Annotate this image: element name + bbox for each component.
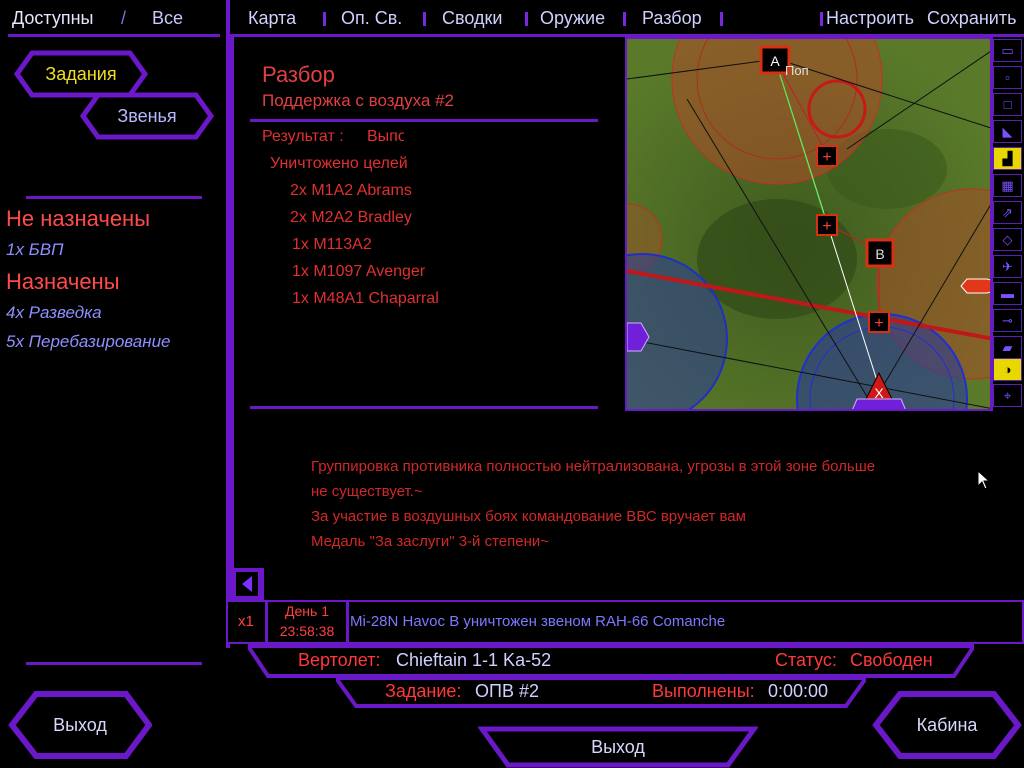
unassigned-heading: Не назначены [6,206,151,231]
nav-separator [423,12,426,26]
sam-icon[interactable]: ⇗ [993,201,1022,224]
tab-tasks[interactable]: Задания [14,50,148,98]
armor-icon[interactable]: ▬ [993,282,1022,305]
exit-left-button[interactable]: Выход [8,690,152,760]
tab-tasks-label: Задания [45,63,117,84]
nav-weapons[interactable]: Оружие [540,8,605,29]
radar-icon[interactable]: ◇ [993,228,1022,251]
exit-left-label: Выход [53,714,107,735]
target-item: 1x M1097 Avenger [292,263,426,280]
done-value: 0:00:00 [768,681,829,701]
debrief-title: Разбор [262,62,335,87]
map-canvas[interactable]: A Поп + + B + X [627,39,992,411]
target-item: 2x M1A2 Abrams [290,182,412,199]
nav-separator [323,12,326,26]
log-message: Mi-28N Havoc B уничтожен звеном RAH-66 C… [350,613,726,630]
waypoint-b-label: B [875,246,884,262]
enemy-unit-icon[interactable] [960,278,992,294]
flight-path-icon[interactable]: ◣ [993,120,1022,143]
message-line: не существует.~ [311,483,423,500]
destroyed-heading: Уничтожено целей [270,155,408,172]
heli-label: Вертолет: [298,650,381,670]
nav-separator [820,12,823,26]
log-time: 23:58:38 [279,623,335,639]
exit-center-label: Выход [591,736,645,757]
task-value: ОПВ #2 [475,681,539,701]
nav-ops[interactable]: Оп. Св. [341,8,402,29]
waypoint-plus-icon: + [874,315,883,332]
status-label: Статус: [775,650,837,670]
nav-save[interactable]: Сохранить [927,8,1016,29]
tab-flights[interactable]: Звенья [80,92,214,140]
zoom-in-icon[interactable]: ▫ [993,66,1022,89]
friendly-unit-icon[interactable] [851,398,907,411]
filter-separator: / [121,8,127,28]
tab-flights-label: Звенья [117,105,177,126]
exit-center-button[interactable]: Выход [478,726,758,768]
assigned-item[interactable]: 4x Разведка [6,303,102,323]
waypoint-plus-icon: + [822,218,831,235]
result-value: Выпо [367,128,404,145]
nav-debrief[interactable]: Разбор [642,8,702,29]
frame-top-left-underline [8,34,220,37]
heli-value: Chieftain 1-1 Ka-52 [396,650,552,670]
mouse-cursor-icon [977,470,991,490]
map-panel[interactable]: A Поп + + B + X [625,37,992,411]
building-icon[interactable]: ◑ [993,358,1022,381]
terrain-icon[interactable]: ▟ [993,147,1022,170]
filter-available[interactable]: Доступны [12,8,93,29]
helicopter-icon[interactable]: ⊸ [993,309,1022,332]
nav-reports[interactable]: Сводки [442,8,502,29]
left-divider-2 [26,662,202,665]
filter-all[interactable]: Все [152,8,183,29]
grid-icon[interactable]: ▦ [993,174,1022,197]
center-icon[interactable]: ⌖ [993,384,1022,407]
aircraft-icon[interactable]: ✈ [993,255,1022,278]
left-divider-1 [26,196,202,199]
time-speed[interactable]: x1 [238,613,254,630]
log-collapse-button[interactable] [236,572,258,596]
nav-separator [525,12,528,26]
assigned-item[interactable]: 5x Перебазирование [6,332,171,352]
result-label: Результат : [262,128,344,145]
assigned-heading: Назначены [6,269,120,294]
debrief-subtitle: Поддержка с воздуха #2 [262,91,454,110]
debrief-divider-bottom [250,406,598,409]
vehicle-icon[interactable]: ▰ [993,336,1022,359]
waypoint-plus-icon: + [822,149,831,166]
log-day: День 1 [285,603,329,619]
nav-separator [623,12,626,26]
map-label-top: Поп [785,63,809,78]
done-label: Выполнены: [652,681,755,701]
map-view-icon[interactable]: ▭ [993,39,1022,62]
target-item: 1x M48A1 Chaparral [292,290,439,307]
frame-debrief-left-bar [230,37,234,600]
nav-settings[interactable]: Настроить [826,8,914,29]
zoom-out-icon[interactable]: □ [993,93,1022,116]
cockpit-button[interactable]: Кабина [872,690,1022,760]
unassigned-item[interactable]: 1x БВП [6,240,63,260]
message-line: Медаль "За заслуги" 3-й степени~ [311,533,550,550]
waypoint-a-label: A [770,53,780,69]
message-line: За участие в воздушных боях командование… [311,508,746,525]
message-line: Группировка противника полностью нейтрал… [311,458,876,475]
status-value: Свободен [850,650,933,670]
task-label: Задание: [385,681,462,701]
nav-map[interactable]: Карта [248,8,296,29]
cockpit-label: Кабина [916,714,978,735]
arrow-left-icon [242,576,252,592]
target-item: 1x M113A2 [292,236,372,253]
debrief-divider-top [250,119,598,122]
target-item: 2x M2A2 Bradley [290,209,412,226]
nav-separator [720,12,723,26]
log-divider [346,600,349,644]
